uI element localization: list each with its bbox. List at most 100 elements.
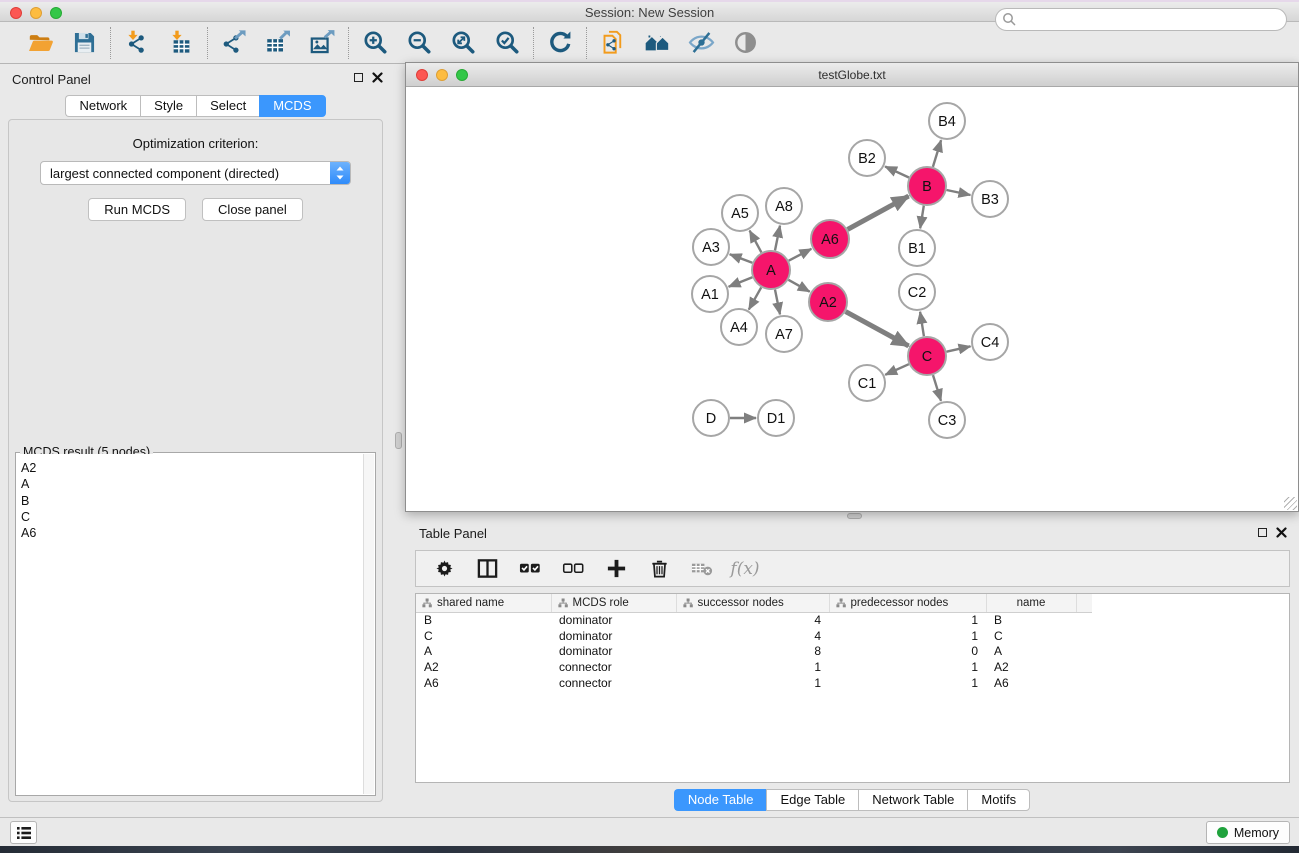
table-row[interactable]: Cdominator41C	[416, 628, 1092, 644]
close-panel-icon[interactable]	[372, 72, 383, 83]
deselect-all-button[interactable]	[561, 557, 585, 581]
table-row[interactable]: Adominator80A	[416, 643, 1092, 659]
hide-panels-button[interactable]	[687, 29, 715, 57]
result-list-item[interactable]: C	[21, 509, 363, 525]
tab-select[interactable]: Select	[196, 95, 259, 117]
graph-edge-A-A7[interactable]	[775, 290, 780, 315]
home-button[interactable]	[643, 29, 671, 57]
graph-node-A8[interactable]: A8	[766, 188, 802, 224]
column-header-predecessor-nodes[interactable]: predecessor nodes	[829, 594, 986, 612]
graph-node-D[interactable]: D	[693, 400, 729, 436]
table-cell[interactable]: connector	[551, 659, 676, 675]
graph-edge-B-B3[interactable]	[947, 190, 971, 195]
tab-network[interactable]: Network	[65, 95, 140, 117]
graph-node-A7[interactable]: A7	[766, 316, 802, 352]
run-mcds-button[interactable]: Run MCDS	[88, 198, 186, 221]
column-header-name[interactable]: name	[986, 594, 1076, 612]
settings-gear-button[interactable]	[432, 557, 456, 581]
table-cell[interactable]: C	[416, 628, 551, 644]
search-input[interactable]	[995, 8, 1287, 31]
vertical-splitter-handle[interactable]	[395, 432, 402, 449]
tab-motifs[interactable]: Motifs	[967, 789, 1030, 811]
graph-edge-A-A5[interactable]	[750, 231, 762, 253]
graph-edge-C-C3[interactable]	[933, 375, 941, 401]
table-cell[interactable]: 4	[676, 628, 829, 644]
graph-edge-B-B1[interactable]	[920, 206, 924, 229]
network-graph[interactable]: A A1 A2 A3 A4 A5 A6 A7 A8 B B1 B2 B3	[406, 87, 1298, 511]
graph-edge-A6-B[interactable]	[848, 196, 909, 229]
graph-edge-B-B4[interactable]	[933, 140, 941, 167]
graph-edge-A-A2[interactable]	[788, 280, 809, 292]
result-scrollbar[interactable]	[363, 454, 374, 794]
import-network-button[interactable]	[123, 29, 151, 57]
column-layout-button[interactable]	[475, 557, 499, 581]
delete-table-button[interactable]	[690, 557, 714, 581]
graph-node-C2[interactable]: C2	[899, 274, 935, 310]
table-cell[interactable]: C	[986, 628, 1076, 644]
graph-edge-C-C2[interactable]	[920, 312, 924, 336]
result-list-item[interactable]: A6	[21, 525, 363, 541]
window-resize-grip[interactable]	[1284, 497, 1297, 510]
table-cell[interactable]: 0	[829, 643, 986, 659]
open-file-button[interactable]	[26, 29, 54, 57]
graph-node-C3[interactable]: C3	[929, 402, 965, 438]
graph-node-A1[interactable]: A1	[692, 276, 728, 312]
graph-edge-A-A6[interactable]	[789, 249, 812, 261]
graph-node-D1[interactable]: D1	[758, 400, 794, 436]
criterion-select[interactable]: largest connected component (directed)	[40, 161, 351, 185]
graph-node-B[interactable]: B	[908, 167, 946, 205]
column-header-successor-nodes[interactable]: successor nodes	[676, 594, 829, 612]
birdseye-button[interactable]	[731, 29, 759, 57]
table-cell[interactable]: B	[416, 612, 551, 628]
delete-column-button[interactable]	[647, 557, 671, 581]
table-cell[interactable]: A6	[416, 675, 551, 691]
graph-node-B1[interactable]: B1	[899, 230, 935, 266]
table-cell[interactable]: A	[986, 643, 1076, 659]
zoom-out-button[interactable]	[405, 29, 433, 57]
table-cell[interactable]: 8	[676, 643, 829, 659]
float-table-panel-icon[interactable]	[1258, 528, 1267, 537]
zoom-selected-button[interactable]	[493, 29, 521, 57]
network-canvas[interactable]: A A1 A2 A3 A4 A5 A6 A7 A8 B B1 B2 B3	[406, 87, 1298, 511]
task-history-button[interactable]	[10, 821, 37, 844]
network-window-titlebar[interactable]: testGlobe.txt	[406, 63, 1298, 87]
table-cell[interactable]: 4	[676, 612, 829, 628]
memory-button[interactable]: Memory	[1206, 821, 1290, 844]
table-cell[interactable]: 1	[829, 612, 986, 628]
zoom-fit-button[interactable]	[449, 29, 477, 57]
column-header-MCDS-role[interactable]: MCDS role	[551, 594, 676, 612]
graph-edge-A-A4[interactable]	[749, 287, 761, 309]
graph-edge-B-B2[interactable]	[885, 167, 909, 178]
table-row[interactable]: Bdominator41B	[416, 612, 1092, 628]
table-cell[interactable]: A	[416, 643, 551, 659]
graph-edge-A2-C[interactable]	[846, 312, 909, 346]
float-panel-icon[interactable]	[354, 73, 363, 82]
graph-node-C[interactable]: C	[908, 337, 946, 375]
table-cell[interactable]: A2	[986, 659, 1076, 675]
table-cell[interactable]: dominator	[551, 628, 676, 644]
graph-node-B3[interactable]: B3	[972, 181, 1008, 217]
table-cell[interactable]: 1	[676, 675, 829, 691]
close-table-panel-icon[interactable]	[1276, 527, 1287, 538]
export-table-button[interactable]	[264, 29, 292, 57]
import-table-button[interactable]	[167, 29, 195, 57]
duplicate-network-button[interactable]	[599, 29, 627, 57]
graph-node-A3[interactable]: A3	[693, 229, 729, 265]
table-row[interactable]: A2connector11A2	[416, 659, 1092, 675]
graph-node-B2[interactable]: B2	[849, 140, 885, 176]
table-row[interactable]: A6connector11A6	[416, 675, 1092, 691]
graph-edge-A-A3[interactable]	[730, 254, 753, 263]
table-cell[interactable]: dominator	[551, 612, 676, 628]
add-column-button[interactable]	[604, 557, 628, 581]
close-panel-button[interactable]: Close panel	[202, 198, 303, 221]
table-cell[interactable]: dominator	[551, 643, 676, 659]
tab-network-table[interactable]: Network Table	[858, 789, 967, 811]
graph-node-C1[interactable]: C1	[849, 365, 885, 401]
graph-edge-A-A8[interactable]	[775, 226, 780, 251]
graph-node-A6[interactable]: A6	[811, 220, 849, 258]
table-cell[interactable]: B	[986, 612, 1076, 628]
save-session-button[interactable]	[70, 29, 98, 57]
column-header-shared-name[interactable]: shared name	[416, 594, 551, 612]
select-all-button[interactable]	[518, 557, 542, 581]
tab-edge-table[interactable]: Edge Table	[766, 789, 858, 811]
